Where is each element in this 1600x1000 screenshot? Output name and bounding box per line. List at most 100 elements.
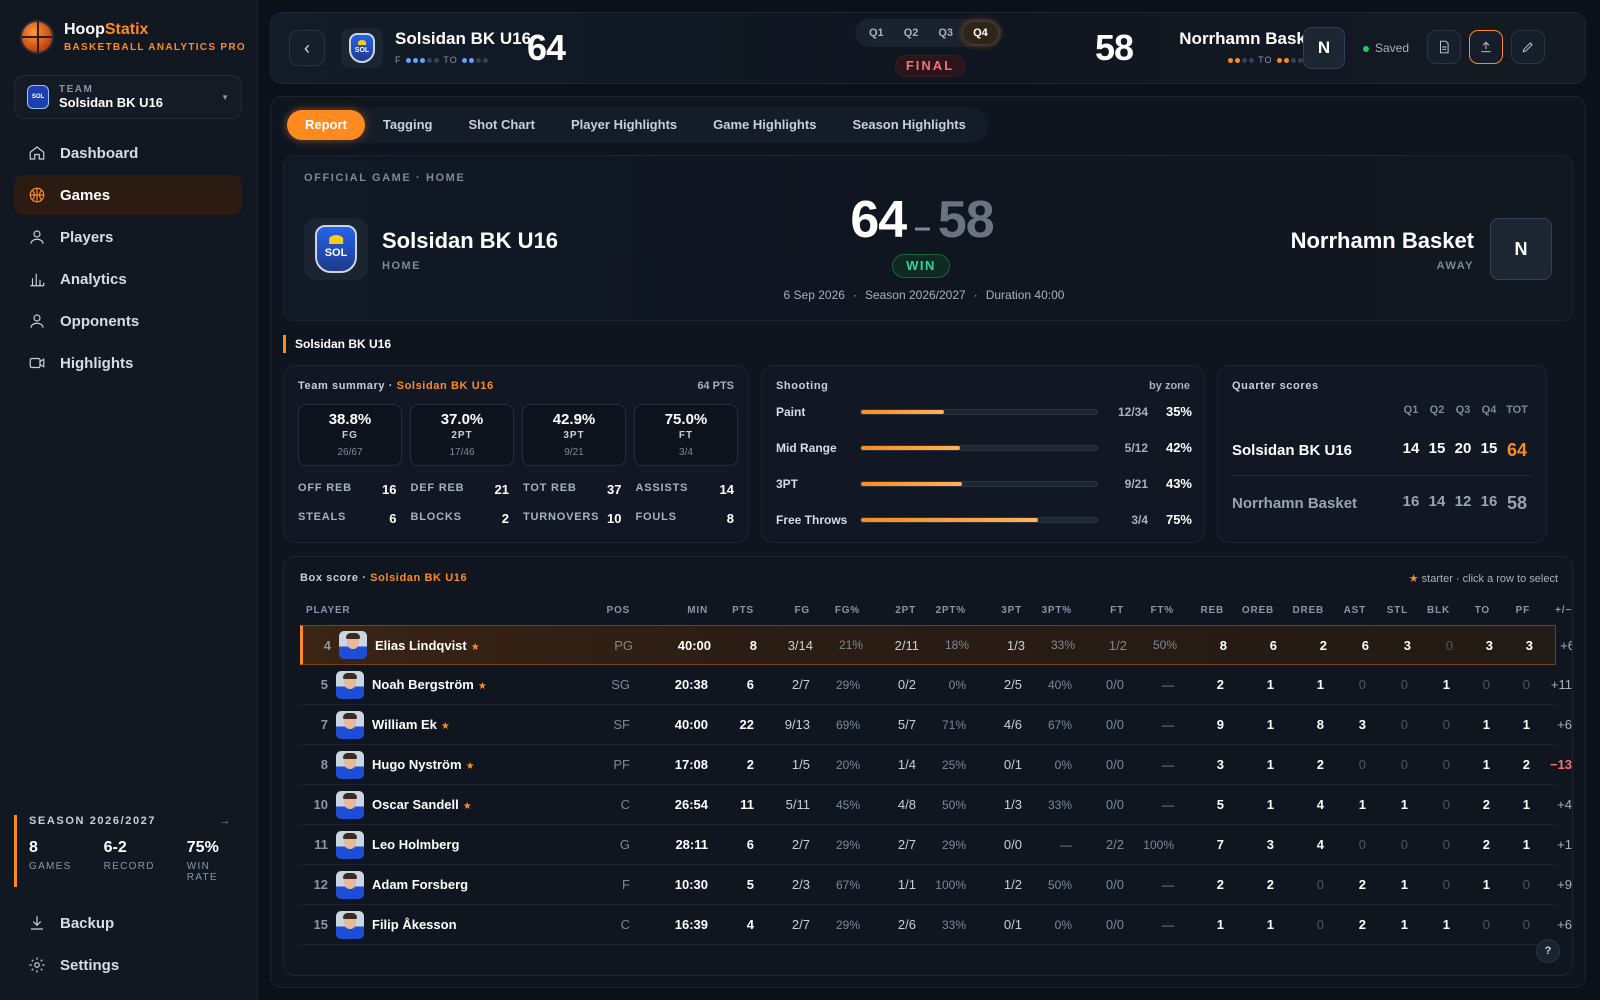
- season-summary[interactable]: SEASON 2026/2027 → 8 GAMES 6-2 RECORD 75% WI…: [14, 815, 242, 887]
- 2pt-pct-box: 37.0% 2PT 17/46: [410, 404, 514, 466]
- tab-tagging[interactable]: Tagging: [365, 110, 451, 140]
- avatar: [336, 830, 364, 859]
- tab-q4[interactable]: Q4: [963, 22, 998, 44]
- cell-fgp: 20%: [835, 757, 860, 772]
- table-row[interactable]: 15 Filip Åkesson C 16:39 4 2/7 29% 2/6 33% 0/1 0% 0…: [300, 905, 1572, 945]
- nav-item-label: Backup: [60, 914, 115, 932]
- document-icon: [1440, 40, 1449, 54]
- cell-p2: 0/2: [897, 677, 916, 692]
- shooting-row-paint: Paint 12/34 35%: [776, 404, 1192, 419]
- table-row[interactable]: 7 William Ek ★ SF 40:00 22 9/13 69% 5/7 71% 4/6 67%…: [300, 705, 1572, 745]
- tab-q1[interactable]: Q1: [859, 22, 894, 44]
- cell-to: 1: [1482, 757, 1490, 772]
- nav-item-analytics[interactable]: Analytics: [14, 259, 242, 299]
- tab-q2[interactable]: Q2: [894, 22, 929, 44]
- nav-item-backup[interactable]: Backup: [14, 903, 242, 943]
- cell-p2: 2/7: [897, 837, 916, 852]
- help-button[interactable]: ?: [1536, 939, 1560, 963]
- result-badge: WIN: [892, 254, 950, 278]
- brand-name: HoopStatix: [64, 21, 149, 38]
- table-row[interactable]: 10 Oscar Sandell ★ C 26:54 11 5/11 45% 4/8 50% 1/3…: [300, 785, 1572, 825]
- tab-game-highlights[interactable]: Game Highlights: [695, 110, 834, 140]
- cell-p3: 0/1: [1003, 917, 1022, 932]
- game-season: Season 2026/2027: [864, 288, 966, 302]
- cell-p2: 1/4: [897, 757, 916, 772]
- cell-fg: 5/11: [785, 797, 810, 812]
- tab-q3[interactable]: Q3: [928, 22, 963, 44]
- table-row[interactable]: 5 Noah Bergström ★ SG 20:38 6 2/7 29% 0/2 0% 2/5 40…: [300, 665, 1572, 705]
- cell-pos: C: [620, 797, 630, 812]
- cell-pm: +4: [1557, 797, 1572, 812]
- tab-shot-chart[interactable]: Shot Chart: [450, 110, 552, 140]
- export-button[interactable]: [1469, 30, 1503, 64]
- cell-min: 26:54: [674, 797, 708, 812]
- cell-min: 28:11: [675, 837, 708, 852]
- stat-turnovers: TURNOVERS 10: [523, 511, 622, 526]
- cell-fgp: 29%: [835, 677, 860, 692]
- table-row[interactable]: 12 Adam Forsberg F 10:30 5 2/3 67% 1/1 100% 1/2 50…: [300, 865, 1572, 905]
- cell-dreb: 2: [1316, 757, 1324, 772]
- tab-season-highlights[interactable]: Season Highlights: [834, 110, 983, 140]
- player-name: Filip Åkesson: [372, 917, 457, 932]
- box-score-hint: ★ starter · click a row to select: [1408, 573, 1558, 585]
- saved-status: Saved: [1363, 41, 1409, 55]
- season-win-rate-label: WIN RATE: [186, 861, 218, 883]
- shooting-row-free-throws: Free Throws 3/4 75%: [776, 512, 1192, 527]
- table-row[interactable]: 4 Elias Lindqvist ★ PG 40:00 8 3/14 21% 2/11 18% 1…: [300, 625, 1572, 665]
- away-side-label: AWAY: [1436, 260, 1474, 272]
- cell-reb: 3: [1216, 757, 1224, 772]
- cell-p2: 5/7: [897, 717, 916, 732]
- cell-reb: 2: [1216, 677, 1224, 692]
- table-header: PLAYER POS MIN PTS FG FG% 2PT 2PT% 3PT 3…: [306, 604, 1572, 616]
- player-avatar: [328, 710, 372, 739]
- cell-p3: 1/3: [1003, 797, 1022, 812]
- game-status-badge: FINAL: [895, 55, 965, 77]
- cell-p3: 4/6: [1003, 717, 1022, 732]
- cell-ftp: —: [1162, 717, 1174, 732]
- document-button[interactable]: [1427, 30, 1461, 64]
- home-team-info: Solsidan BK U16 HOME: [382, 228, 558, 272]
- home-team-logo: SOL: [304, 218, 368, 280]
- cell-stl: 3: [1403, 637, 1411, 653]
- shooting-title: Shooting: [776, 380, 829, 392]
- shooting-row-3pt: 3PT 9/21 43%: [776, 476, 1192, 491]
- nav-item-highlights[interactable]: Highlights: [14, 343, 242, 383]
- home-icon: [29, 146, 45, 160]
- brand[interactable]: HoopStatix BASKETBALL ANALYTICS PRO: [20, 20, 246, 54]
- edit-button[interactable]: [1511, 30, 1545, 64]
- nav-item-players[interactable]: Players: [14, 217, 242, 257]
- team-stats-grid: OFF REB 16 DEF REB 21 TOT REB 37 ASSISTS 14 …: [298, 482, 734, 526]
- cell-dreb: 4: [1316, 797, 1324, 812]
- basketball-logo-icon: [20, 20, 54, 54]
- shooting-pct-boxes: 38.8% FG 26/67 37.0% 2PT 17/46 42.9% 3PT 9/21 …: [298, 404, 738, 466]
- player-number: 12: [313, 877, 328, 892]
- table-row[interactable]: 8 Hugo Nyström ★ PF 17:08 2 1/5 20% 1/4 25% 0/1 0% 0…: [300, 745, 1572, 785]
- tab-report[interactable]: Report: [287, 110, 365, 140]
- away-final-score: 58: [937, 191, 995, 249]
- cell-ast: 2: [1358, 877, 1366, 892]
- cell-blk: 0: [1442, 837, 1450, 852]
- header-home-name: Solsidan BK U16: [395, 29, 532, 48]
- upload-icon: [1481, 41, 1491, 53]
- cell-reb: 7: [1216, 837, 1224, 852]
- nav-item-games[interactable]: Games: [14, 175, 242, 215]
- nav-item-opponents[interactable]: Opponents: [14, 301, 242, 341]
- cell-p3p: —: [1060, 837, 1072, 852]
- cell-p3p: 33%: [1050, 638, 1075, 652]
- home-team-logo: SOL: [341, 28, 383, 68]
- quarter-tabs: Q1 Q2 Q3 Q4: [855, 19, 1002, 47]
- avatar: [339, 631, 367, 659]
- box-score-table: PLAYER POS MIN PTS FG FG% 2PT 2PT% 3PT 3…: [300, 595, 1572, 945]
- tab-player-highlights[interactable]: Player Highlights: [553, 110, 695, 140]
- back-button[interactable]: ‹: [289, 30, 325, 66]
- cell-p3p: 40%: [1047, 677, 1072, 692]
- cell-ast: 2: [1358, 917, 1366, 932]
- team-summary-card: Team summary · Solsidan BK U16 64 PTS 38…: [283, 365, 749, 543]
- cell-fg: 2/7: [791, 917, 810, 932]
- table-row[interactable]: 11 Leo Holmberg G 28:11 6 2/7 29% 2/7 29% 0/0 — 2/2…: [300, 825, 1572, 865]
- nav-item-dashboard[interactable]: Dashboard: [14, 133, 242, 173]
- team-selector[interactable]: SOL TEAM Solsidan BK U16 ▼: [14, 75, 242, 119]
- cell-pm: +6: [1560, 637, 1572, 653]
- cell-stl: 0: [1400, 837, 1408, 852]
- nav-item-settings[interactable]: Settings: [14, 945, 242, 985]
